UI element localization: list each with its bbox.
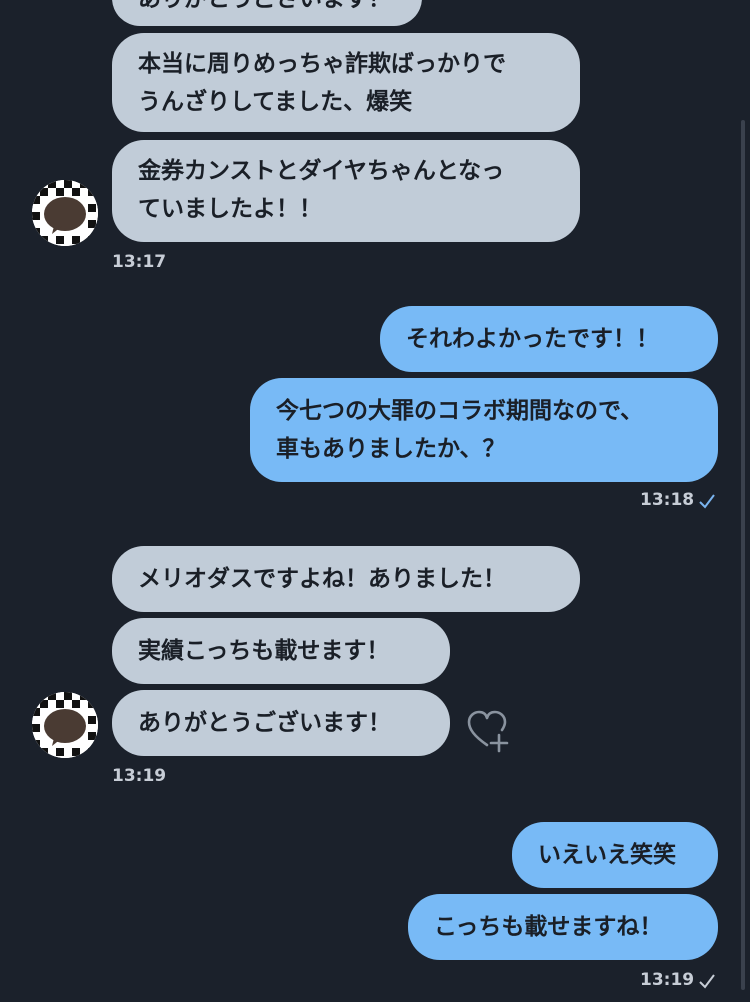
sent-message[interactable]: いえいえ笑笑 — [512, 822, 718, 888]
check-icon — [699, 974, 715, 989]
message-text: 実績こっちも載せます！ — [138, 638, 390, 664]
message-text: いえいえ笑笑 — [538, 842, 676, 868]
sent-message[interactable]: それわよかったです！！ — [380, 306, 718, 372]
timestamp: 13:19 — [112, 766, 167, 786]
message-text: メリオダスですよね！ありました！ — [138, 566, 506, 592]
message-text: 車もありましたか、？ — [276, 436, 506, 462]
sent-message[interactable]: こっちも載せますね！ — [408, 894, 718, 960]
received-message[interactable]: 金券カンストとダイヤちゃんとなっ ていましたよ！！ — [112, 140, 580, 242]
message-text: それわよかったです！！ — [406, 326, 659, 352]
contact-avatar[interactable] — [32, 692, 98, 758]
message-text: ていましたよ！！ — [138, 196, 322, 222]
received-message[interactable]: ありがとうございます！ — [112, 0, 422, 26]
message-text: ありがとうございます！ — [138, 710, 391, 736]
message-text: うんざりしてました、爆笑 — [138, 89, 413, 115]
contact-avatar[interactable] — [32, 180, 98, 246]
heart-plus-icon[interactable] — [466, 709, 512, 753]
received-message[interactable]: 本当に周りめっちゃ詐欺ばっかりで うんざりしてました、爆笑 — [112, 33, 580, 132]
received-message[interactable]: ありがとうございます！ — [112, 690, 450, 756]
received-message[interactable]: 実績こっちも載せます！ — [112, 618, 450, 684]
message-text: 今七つの大罪のコラボ期間なので、 — [276, 398, 644, 424]
timestamp: 13:18 — [640, 490, 695, 510]
sent-message[interactable]: 今七つの大罪のコラボ期間なので、 車もありましたか、？ — [250, 378, 718, 482]
message-text: 金券カンストとダイヤちゃんとなっ — [138, 158, 505, 184]
timestamp: 13:19 — [640, 970, 695, 990]
scrollbar[interactable] — [741, 120, 745, 990]
message-text: 本当に周りめっちゃ詐欺ばっかりで — [138, 51, 506, 77]
message-text: こっちも載せますね！ — [434, 914, 663, 940]
timestamp: 13:17 — [112, 252, 167, 272]
received-message[interactable]: メリオダスですよね！ありました！ — [112, 546, 580, 612]
check-icon — [699, 494, 715, 509]
message-text: ありがとうございます！ — [138, 0, 391, 12]
